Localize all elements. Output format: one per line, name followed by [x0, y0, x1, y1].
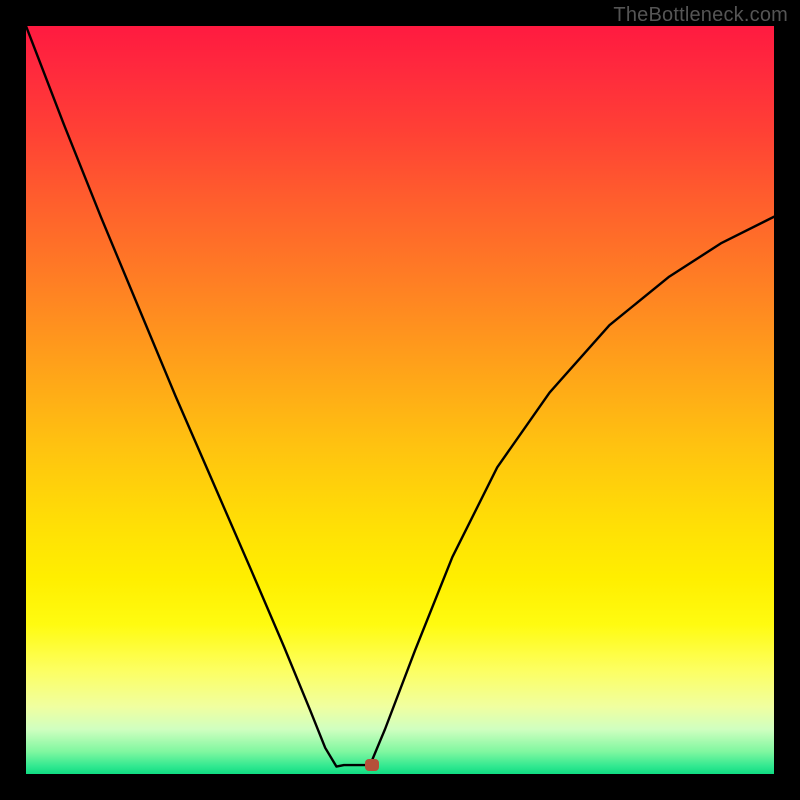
bottleneck-curve	[26, 26, 774, 774]
watermark-text: TheBottleneck.com	[613, 4, 788, 27]
plot-area	[26, 26, 774, 774]
optimal-point-marker	[365, 759, 379, 771]
curve-path	[26, 26, 774, 767]
